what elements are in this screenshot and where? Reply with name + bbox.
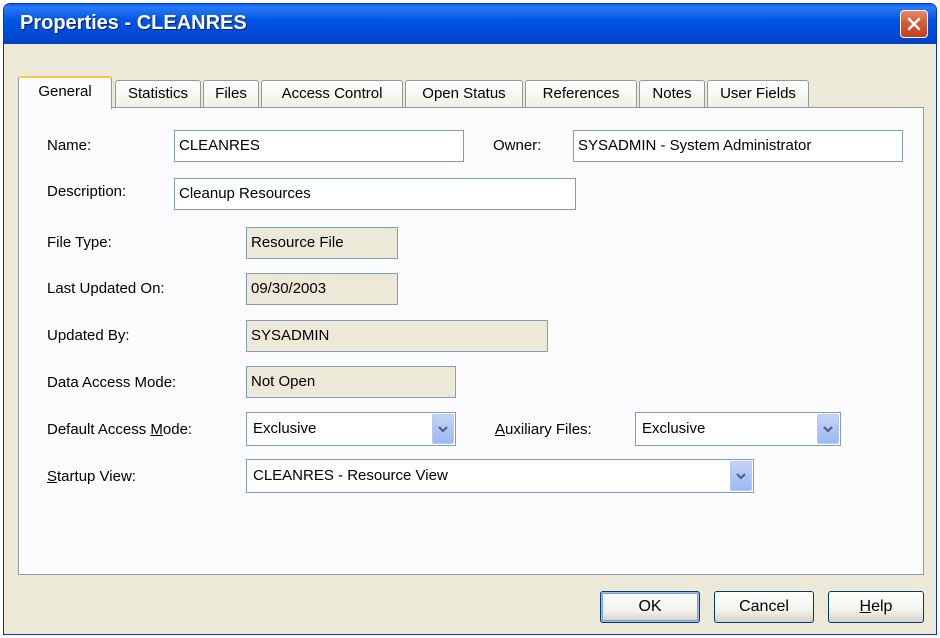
tab-general[interactable]: General [18, 76, 112, 109]
updated-by-label: Updated By: [47, 327, 130, 344]
chevron-down-icon [823, 426, 833, 433]
tab-notes[interactable]: Notes [639, 80, 705, 108]
default-access-mode-label: Default Access Mode: [47, 421, 193, 438]
auxiliary-files-dropdown-button[interactable] [817, 414, 839, 444]
file-type-field: Resource File [246, 227, 398, 259]
default-access-mode-value: Exclusive [253, 420, 317, 437]
tab-access-control[interactable]: Access Control [261, 80, 403, 108]
title-bar[interactable]: Properties - CLEANRES [4, 4, 936, 44]
startup-view-value: CLEANRES - Resource View [253, 467, 448, 484]
chevron-down-icon [736, 473, 746, 480]
chevron-down-icon [438, 426, 448, 433]
general-tab-panel: Name: CLEANRES Owner: SYSADMIN - System … [18, 107, 924, 575]
properties-dialog: Properties - CLEANRES General Statistics… [3, 3, 937, 635]
tab-references[interactable]: References [525, 80, 637, 108]
auxiliary-files-label: Auxiliary Files: [495, 421, 592, 438]
updated-by-field: SYSADMIN [246, 320, 548, 352]
startup-view-label: Startup View: [47, 468, 136, 485]
description-field[interactable]: Cleanup Resources [174, 178, 576, 210]
owner-field[interactable]: SYSADMIN - System Administrator [573, 130, 903, 162]
auxiliary-files-select[interactable]: Exclusive [635, 412, 841, 446]
data-access-mode-field: Not Open [246, 366, 456, 398]
close-button[interactable] [900, 10, 928, 38]
default-access-mode-select[interactable]: Exclusive [246, 412, 456, 446]
owner-label: Owner: [493, 137, 542, 154]
file-type-label: File Type: [47, 234, 112, 251]
name-field[interactable]: CLEANRES [174, 130, 464, 162]
help-button[interactable]: Help [828, 591, 924, 623]
description-label: Description: [47, 183, 127, 200]
tab-files[interactable]: Files [203, 80, 259, 108]
tab-strip: General Statistics Files Access Control … [18, 76, 868, 109]
name-label: Name: [47, 137, 92, 154]
tab-user-fields[interactable]: User Fields [707, 80, 809, 108]
ok-button[interactable]: OK [600, 591, 700, 623]
startup-view-select[interactable]: CLEANRES - Resource View [246, 459, 754, 493]
last-updated-field: 09/30/2003 [246, 273, 398, 305]
close-icon [907, 17, 921, 31]
data-access-mode-label: Data Access Mode: [47, 374, 177, 391]
tab-open-status[interactable]: Open Status [405, 80, 523, 108]
startup-view-dropdown-button[interactable] [730, 461, 752, 491]
window-title: Properties - CLEANRES [20, 12, 247, 34]
default-access-mode-dropdown-button[interactable] [432, 414, 454, 444]
auxiliary-files-value: Exclusive [642, 420, 706, 437]
tab-statistics[interactable]: Statistics [115, 80, 201, 108]
last-updated-label: Last Updated On: [47, 280, 165, 297]
cancel-button[interactable]: Cancel [714, 591, 814, 623]
